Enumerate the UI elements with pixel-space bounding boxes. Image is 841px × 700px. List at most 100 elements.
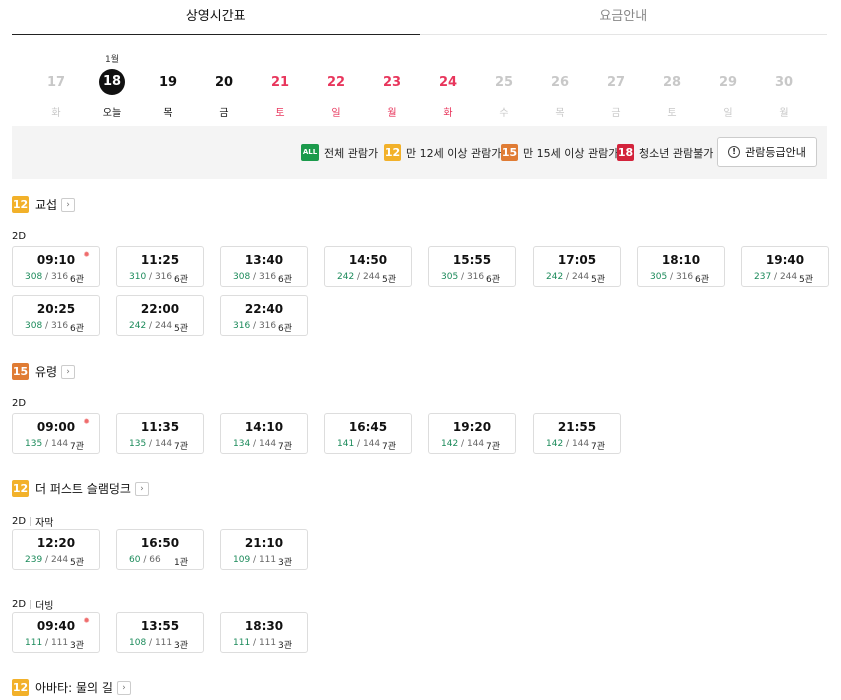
chevron-right-icon[interactable]: › bbox=[61, 197, 76, 212]
showtime-slot[interactable]: 18:10 305 / 316 6관 bbox=[637, 246, 725, 287]
seat-count: 109 / 111 bbox=[233, 555, 276, 565]
showtime-slot[interactable]: 18:30 111 / 111 3관 bbox=[220, 612, 308, 653]
seat-separator: / bbox=[458, 272, 467, 282]
showtime-time: 19:20 bbox=[452, 420, 492, 434]
showtime-slot[interactable]: 14:10 134 / 144 7관 bbox=[220, 413, 308, 454]
showtime-time: 20:25 bbox=[36, 302, 76, 316]
date-item[interactable]: 23 월 bbox=[364, 50, 420, 120]
showtime-slot[interactable]: 12:20 239 / 244 5관 bbox=[12, 529, 100, 570]
total-seats: 316 bbox=[675, 272, 694, 282]
rating-12-icon: 12 bbox=[12, 196, 29, 213]
seat-separator: / bbox=[771, 272, 780, 282]
available-seats: 111 bbox=[25, 638, 43, 648]
seat-count: 308 / 316 bbox=[233, 272, 276, 282]
chevron-right-icon[interactable]: › bbox=[116, 680, 131, 695]
date-item[interactable]: 26 목 bbox=[532, 50, 588, 120]
available-seats: 109 bbox=[233, 555, 251, 565]
available-seats: 305 bbox=[650, 272, 668, 282]
showtime-slot[interactable]: 20:25 308 / 316 6관 bbox=[12, 295, 100, 336]
movie-title[interactable]: 아바타: 물의 길 bbox=[35, 679, 113, 696]
showtime-time: 22:00 bbox=[140, 302, 180, 316]
total-seats: 144 bbox=[362, 439, 381, 449]
format-label: 2D 자막 bbox=[12, 514, 53, 529]
seat-separator: / bbox=[42, 555, 51, 565]
format-subtitle: 더빙 bbox=[35, 601, 54, 612]
showtime-slot[interactable]: 14:50 242 / 244 5관 bbox=[324, 246, 412, 287]
rating-12-icon: 12 bbox=[384, 144, 401, 161]
showtime-slot[interactable]: 17:05 242 / 244 5관 bbox=[533, 246, 621, 287]
total-seats: 244 bbox=[571, 272, 590, 282]
seat-count: 239 / 244 bbox=[25, 555, 68, 565]
date-weekday: 수 bbox=[499, 108, 509, 119]
showtime-slot[interactable]: 09:40 111 / 111 3관 ✹ bbox=[12, 612, 100, 653]
rating-guide-button[interactable]: ! 관람등급안내 bbox=[717, 137, 817, 167]
showtime-slot[interactable]: 09:10 308 / 316 6관 ✹ bbox=[12, 246, 100, 287]
showtime-time: 11:35 bbox=[140, 420, 180, 434]
hall-number: 7관 bbox=[485, 442, 500, 452]
showtime-slot[interactable]: 13:55 108 / 111 3관 bbox=[116, 612, 204, 653]
total-seats: 66 bbox=[149, 555, 161, 565]
showtime-slot[interactable]: 21:10 109 / 111 3관 bbox=[220, 529, 308, 570]
available-seats: 305 bbox=[441, 272, 459, 282]
showtime-slot[interactable]: 13:40 308 / 316 6관 bbox=[220, 246, 308, 287]
total-seats: 244 bbox=[50, 555, 69, 565]
showtime-time: 18:10 bbox=[661, 253, 701, 267]
available-seats: 239 bbox=[25, 555, 43, 565]
tab-showtimes[interactable]: 상영시간표 bbox=[12, 0, 420, 35]
date-day: 24 bbox=[438, 75, 458, 90]
format-type: 2D bbox=[12, 516, 27, 527]
morning-sun-icon: ✹ bbox=[83, 250, 90, 259]
seat-separator: / bbox=[250, 272, 259, 282]
total-seats: 144 bbox=[154, 439, 173, 449]
showtime-slot[interactable]: 19:40 237 / 244 5관 bbox=[741, 246, 829, 287]
date-item[interactable]: 27 금 bbox=[588, 50, 644, 120]
movie-title[interactable]: 유령 bbox=[35, 363, 57, 380]
date-item[interactable]: 24 화 bbox=[420, 50, 476, 120]
date-item[interactable]: 25 수 bbox=[476, 50, 532, 120]
movie-title[interactable]: 교섭 bbox=[35, 196, 57, 213]
date-item[interactable]: 21 토 bbox=[252, 50, 308, 120]
date-item[interactable]: 22 일 bbox=[308, 50, 364, 120]
date-item[interactable]: 29 일 bbox=[700, 50, 756, 120]
seat-count: 308 / 316 bbox=[25, 272, 68, 282]
rating-all-legend: ALL 전체 관람가 bbox=[301, 144, 378, 161]
total-seats: 316 bbox=[50, 272, 69, 282]
showtime-slot[interactable]: 09:00 135 / 144 7관 ✹ bbox=[12, 413, 100, 454]
date-item[interactable]: 1월 18 오늘 bbox=[84, 50, 140, 120]
total-seats: 144 bbox=[50, 439, 69, 449]
movie-title[interactable]: 더 퍼스트 슬램덩크 bbox=[35, 480, 131, 497]
hall-number: 6관 bbox=[277, 324, 292, 334]
date-item[interactable]: 20 금 bbox=[196, 50, 252, 120]
date-day: 30 bbox=[774, 75, 794, 90]
hall-number: 6관 bbox=[173, 275, 188, 285]
date-weekday: 일 bbox=[331, 108, 341, 119]
seat-count: 60 / 66 bbox=[129, 555, 161, 565]
date-item[interactable]: 17 화 bbox=[28, 50, 84, 120]
date-item[interactable]: 28 토 bbox=[644, 50, 700, 120]
chevron-right-icon[interactable]: › bbox=[134, 481, 149, 496]
showtime-slot[interactable]: 11:25 310 / 316 6관 bbox=[116, 246, 204, 287]
date-item[interactable]: 30 월 bbox=[756, 50, 812, 120]
date-item[interactable]: 19 목 bbox=[140, 50, 196, 120]
showtime-slot[interactable]: 19:20 142 / 144 7관 bbox=[428, 413, 516, 454]
morning-sun-icon: ✹ bbox=[83, 616, 90, 625]
showtime-slot[interactable]: 16:45 141 / 144 7관 bbox=[324, 413, 412, 454]
showtime-slot[interactable]: 22:40 316 / 316 6관 bbox=[220, 295, 308, 336]
seat-count: 135 / 144 bbox=[129, 439, 172, 449]
date-day: 28 bbox=[662, 75, 682, 90]
date-weekday: 목 bbox=[163, 108, 173, 119]
showtime-time: 15:55 bbox=[452, 253, 492, 267]
showtime-slot[interactable]: 21:55 142 / 144 7관 bbox=[533, 413, 621, 454]
hall-number: 3관 bbox=[277, 641, 292, 651]
hall-number: 3관 bbox=[173, 641, 188, 651]
showtime-slot[interactable]: 22:00 242 / 244 5관 bbox=[116, 295, 204, 336]
seat-separator: / bbox=[250, 555, 259, 565]
tab-pricing[interactable]: 요금안내 bbox=[419, 0, 827, 35]
showtime-slot[interactable]: 16:50 60 / 66 1관 bbox=[116, 529, 204, 570]
showtime-slot[interactable]: 15:55 305 / 316 6관 bbox=[428, 246, 516, 287]
showtime-time: 11:25 bbox=[140, 253, 180, 267]
chevron-right-icon[interactable]: › bbox=[61, 364, 76, 379]
rating-18-label: 청소년 관람불가 bbox=[639, 146, 714, 160]
date-weekday: 금 bbox=[611, 108, 621, 119]
showtime-slot[interactable]: 11:35 135 / 144 7관 bbox=[116, 413, 204, 454]
